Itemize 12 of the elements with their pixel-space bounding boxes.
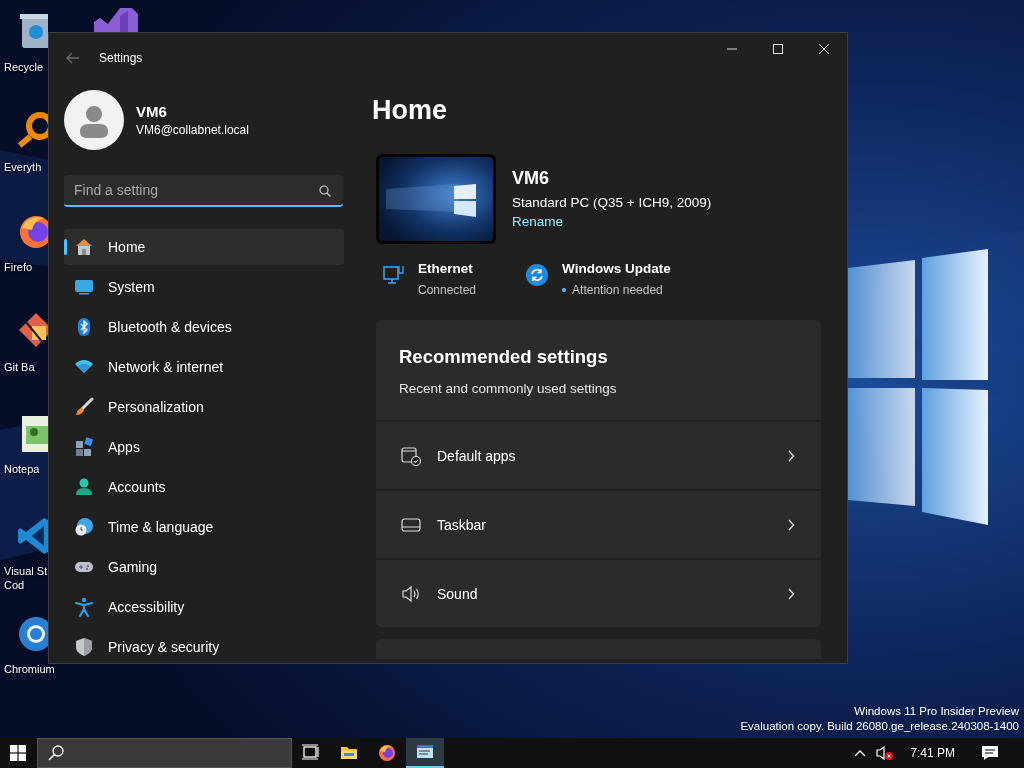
muted-speaker-icon[interactable] (876, 745, 895, 761)
task-view-icon (302, 744, 320, 762)
start-icon[interactable] (10, 745, 26, 761)
notifications-icon[interactable] (981, 745, 999, 761)
folder-icon (340, 744, 358, 762)
search-field[interactable] (37, 738, 292, 768)
app-window-icon (416, 743, 434, 761)
clock[interactable]: 7:41 PM (910, 746, 955, 760)
taskbar-button[interactable] (406, 738, 444, 768)
chevron-up-icon[interactable] (854, 749, 867, 757)
search-icon (48, 745, 64, 761)
firefox-icon (378, 744, 396, 762)
